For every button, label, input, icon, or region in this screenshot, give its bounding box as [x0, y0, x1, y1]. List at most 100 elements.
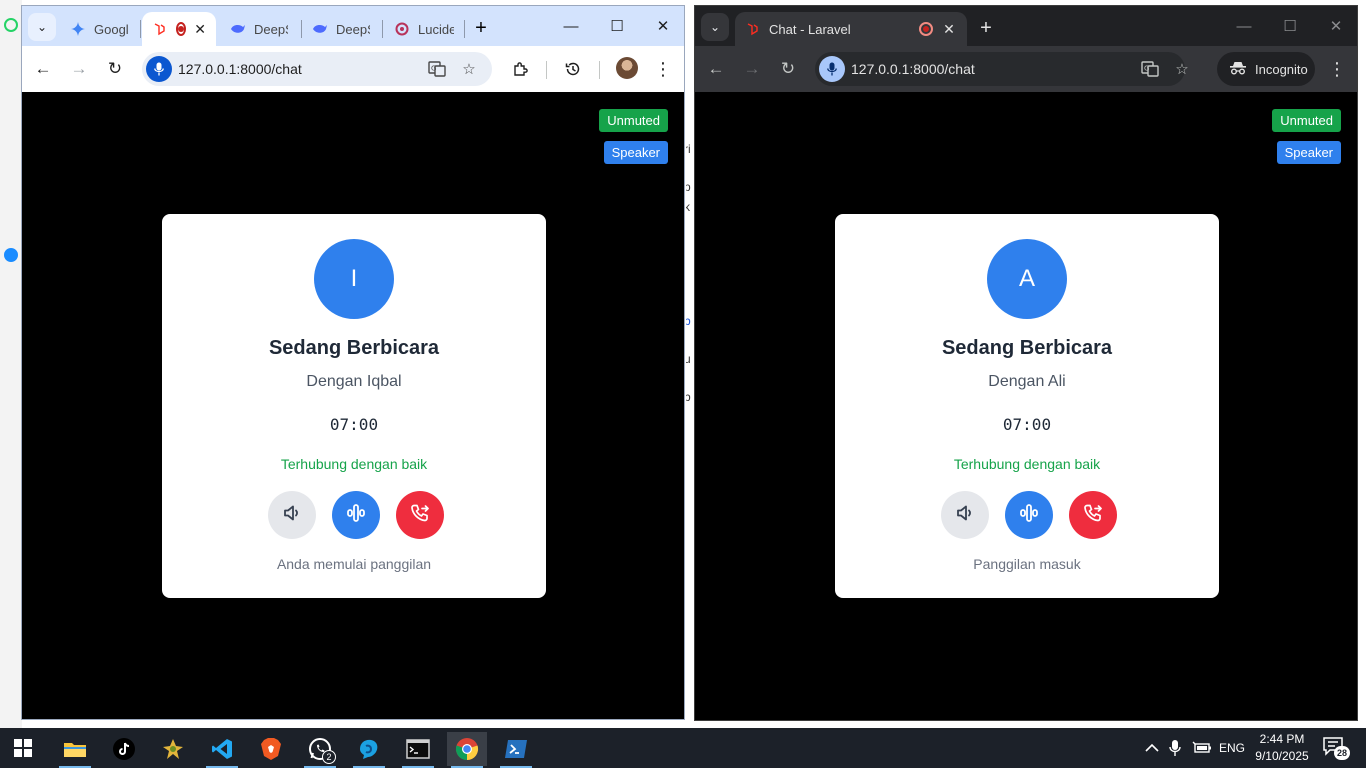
back-button[interactable]: ← — [702, 55, 730, 83]
toolbar-divider — [546, 61, 547, 79]
background-app-icon — [4, 248, 18, 262]
caller-avatar: A — [987, 239, 1067, 319]
reload-button[interactable]: ↻ — [101, 55, 129, 83]
audio-level-button[interactable] — [1005, 491, 1053, 539]
speaker-toggle-button[interactable] — [941, 491, 989, 539]
caller-avatar: I — [314, 239, 394, 319]
forward-button[interactable]: → — [738, 55, 766, 83]
deepseek-icon — [312, 21, 328, 37]
profile-avatar[interactable] — [616, 57, 638, 79]
speaker-badge[interactable]: Speaker — [603, 141, 668, 164]
game-icon[interactable] — [153, 732, 193, 766]
right-browser-window: ⌄ Chat - Laravel ✕ + — ☐ ✕ ← → ↻ 127.0.0… — [694, 5, 1358, 721]
tab-deepseek-2[interactable]: DeepS — [302, 12, 380, 46]
unmuted-badge[interactable]: Unmuted — [599, 109, 668, 132]
new-tab-button[interactable]: + — [972, 14, 1000, 42]
background-app-icon — [4, 18, 18, 32]
unmuted-badge[interactable]: Unmuted — [1272, 109, 1341, 132]
tab-search-button[interactable]: ⌄ — [701, 13, 729, 41]
background-sidebar — [0, 0, 22, 728]
tab-strip: ⌄ Googl ✕ DeepS — [22, 6, 684, 46]
phone-outgoing-icon — [410, 503, 430, 528]
tab-search-button[interactable]: ⌄ — [28, 13, 56, 41]
maximize-button[interactable]: ☐ — [594, 6, 640, 46]
vscode-icon[interactable] — [202, 732, 242, 768]
background-text-fragment: b — [686, 390, 691, 404]
microphone-tray-icon[interactable] — [1169, 728, 1181, 768]
speaker-badge[interactable]: Speaker — [1276, 141, 1341, 164]
svg-text:G: G — [431, 65, 436, 73]
minimize-button[interactable]: — — [548, 6, 594, 46]
whatsapp-icon[interactable]: 2 — [300, 732, 340, 768]
left-browser-window: ⌄ Googl ✕ DeepS — [21, 5, 685, 720]
close-window-button[interactable]: ✕ — [640, 6, 684, 46]
extensions-icon[interactable] — [506, 55, 534, 83]
tab-chat-laravel[interactable]: Chat - Laravel ✕ — [735, 12, 967, 46]
end-call-button[interactable] — [396, 491, 444, 539]
volume-icon — [956, 504, 974, 527]
incognito-label: Incognito — [1255, 61, 1308, 77]
reload-button[interactable]: ↻ — [774, 55, 802, 83]
tab-divider — [464, 20, 465, 38]
speaker-toggle-button[interactable] — [268, 491, 316, 539]
tab-chat-active[interactable]: ✕ — [142, 12, 216, 46]
tab-divider — [140, 20, 141, 38]
volume-icon — [283, 504, 301, 527]
app-icon[interactable] — [349, 732, 389, 768]
microphone-icon[interactable] — [146, 56, 172, 82]
forward-button[interactable]: → — [65, 55, 93, 83]
history-icon[interactable] — [559, 55, 587, 83]
tab-label: DeepS — [336, 21, 370, 37]
tab-deepseek[interactable]: DeepS — [220, 12, 298, 46]
translate-icon[interactable]: G — [1139, 58, 1161, 80]
language-indicator[interactable]: ENG — [1219, 728, 1245, 768]
browser-toolbar: ← → ↻ 127.0.0.1:8000/chat G ☆ ⋮ — [22, 46, 684, 92]
close-window-button[interactable]: ✕ — [1313, 6, 1357, 46]
audio-level-button[interactable] — [332, 491, 380, 539]
chrome-icon[interactable] — [447, 732, 487, 768]
notification-center-button[interactable]: 28 — [1322, 736, 1350, 760]
bookmark-star-icon[interactable]: ☆ — [458, 58, 480, 80]
background-text-fragment: ri — [686, 142, 691, 156]
powershell-icon[interactable] — [496, 732, 536, 768]
battery-network-icon[interactable] — [1192, 728, 1212, 768]
incognito-icon — [1229, 61, 1247, 78]
file-explorer-icon[interactable] — [55, 732, 95, 768]
tab-lucide[interactable]: Lucide — [384, 12, 464, 46]
brave-icon[interactable] — [251, 732, 291, 766]
deepseek-icon — [230, 21, 246, 37]
minimize-button[interactable]: — — [1221, 6, 1267, 46]
background-text-fragment: u — [686, 352, 691, 366]
incognito-chip[interactable]: Incognito — [1217, 52, 1315, 86]
menu-kebab-icon[interactable]: ⋮ — [649, 55, 677, 83]
back-button[interactable]: ← — [29, 55, 57, 83]
tab-google[interactable]: Googl — [60, 12, 138, 46]
end-call-button[interactable] — [1069, 491, 1117, 539]
close-tab-icon[interactable]: ✕ — [941, 21, 957, 38]
menu-kebab-icon[interactable]: ⋮ — [1323, 55, 1351, 83]
translate-icon[interactable]: G — [426, 58, 448, 80]
tab-label: Chat - Laravel — [769, 21, 851, 37]
bookmark-star-icon[interactable]: ☆ — [1171, 58, 1193, 80]
terminal-icon[interactable] — [398, 732, 438, 768]
background-text-fragment: k — [686, 200, 690, 214]
address-bar[interactable]: 127.0.0.1:8000/chat G ☆ — [142, 52, 492, 86]
background-content-strip: ri p k b u b — [686, 92, 694, 720]
new-tab-button[interactable]: + — [467, 14, 495, 42]
system-clock[interactable]: 2:44 PM 9/10/2025 — [1252, 731, 1312, 765]
show-hidden-icons-button[interactable] — [1145, 728, 1159, 768]
microphone-icon[interactable] — [819, 56, 845, 82]
close-tab-icon[interactable]: ✕ — [194, 21, 206, 38]
windows-taskbar: 2 ENG 2:44 PM 9/10/2025 28 — [0, 728, 1366, 768]
lucide-icon — [394, 21, 410, 37]
maximize-button[interactable]: ☐ — [1267, 6, 1313, 46]
address-bar[interactable]: 127.0.0.1:8000/chat G ☆ — [815, 52, 1189, 86]
tiktok-icon[interactable] — [104, 732, 144, 766]
call-timer: 07:00 — [329, 415, 379, 434]
chat-page: Unmuted Speaker I Sedang Berbicara Denga… — [22, 92, 684, 719]
laravel-icon — [152, 21, 168, 37]
tab-strip: ⌄ Chat - Laravel ✕ + — ☐ ✕ — [695, 6, 1357, 46]
start-button[interactable] — [14, 739, 32, 757]
call-card: I Sedang Berbicara Dengan Iqbal 07:00 Te… — [162, 214, 546, 598]
background-text-fragment: b — [686, 314, 691, 328]
